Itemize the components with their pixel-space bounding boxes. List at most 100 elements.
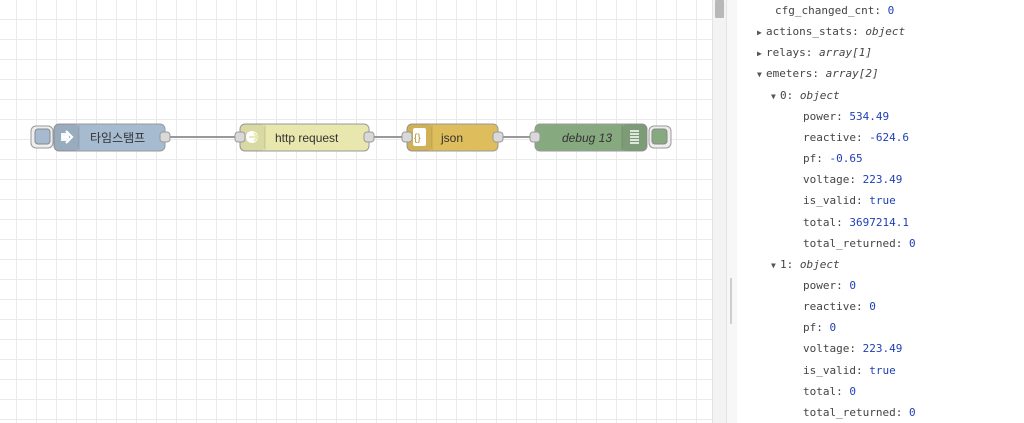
debug-tree-node[interactable]: ▼ 1: object <box>771 255 840 275</box>
debug-value: 0 <box>908 236 916 250</box>
output-port[interactable] <box>159 131 171 143</box>
node-http-request[interactable]: http request <box>234 123 375 152</box>
debug-value: -0.65 <box>829 152 863 166</box>
debug-tree-node[interactable]: ▼ 0: object <box>771 86 840 106</box>
debug-toggle-button[interactable] <box>651 128 668 145</box>
debug-value: 0 <box>849 384 856 398</box>
debug-separator: : <box>855 130 870 144</box>
debug-value: array[1] <box>819 46 872 60</box>
debug-value: 0 <box>829 321 837 335</box>
debug-value: 223.49 <box>862 342 903 356</box>
debug-key: total <box>803 215 837 229</box>
debug-value: 3697214.1 <box>849 215 909 229</box>
debug-separator: : <box>786 257 800 271</box>
debug-tree-row: is_valid: true <box>803 191 896 211</box>
collapse-icon[interactable]: ▼ <box>771 87 780 107</box>
globe-icon <box>246 131 260 143</box>
debug-key: voltage <box>803 173 850 187</box>
input-port[interactable] <box>529 131 541 143</box>
debug-tree-row: cfg_changed_cnt: 0 <box>775 1 894 21</box>
expand-icon[interactable]: ▶ <box>757 44 766 64</box>
debug-value: array[2] <box>825 67 879 81</box>
debug-tree-row: total: 0 <box>803 382 856 402</box>
debug-value: 0 <box>849 278 856 292</box>
debug-key: reactive <box>803 300 856 314</box>
debug-separator: : <box>816 152 830 166</box>
debug-tree-node[interactable]: ▶ relays: array[1] <box>757 43 872 63</box>
node-inject[interactable]: 타임스탬프 <box>30 123 171 152</box>
debug-tree-row: pf: -0.65 <box>803 149 863 169</box>
expand-icon[interactable]: ▶ <box>757 23 766 43</box>
debug-key: pf <box>803 152 817 166</box>
debug-separator: : <box>874 4 888 17</box>
input-port[interactable] <box>234 131 246 143</box>
debug-separator: : <box>836 215 850 229</box>
inject-trigger-button[interactable] <box>34 128 51 145</box>
input-port[interactable] <box>401 131 413 143</box>
flow-canvas[interactable]: 타임스탬프 http request {} json debug 13 <box>0 0 712 423</box>
debug-separator: : <box>836 109 850 123</box>
output-port[interactable] <box>492 131 504 143</box>
debug-key: pf <box>803 321 817 335</box>
node-json[interactable]: {} json <box>401 123 504 152</box>
node-label-http: http request <box>275 131 339 145</box>
debug-tree-row: reactive: -624.6 <box>803 128 909 148</box>
debug-key: emeters <box>766 67 813 81</box>
debug-value: 0 <box>887 4 895 17</box>
debug-key: total_returned <box>803 405 896 419</box>
splitter-handle[interactable] <box>730 278 732 324</box>
debug-value: true <box>869 363 896 377</box>
debug-sidebar: cfg_changed_cnt: 0 ▶ actions_stats: object… <box>737 0 1024 423</box>
debug-key: voltage <box>803 342 850 356</box>
debug-separator: : <box>786 88 800 102</box>
debug-separator: : <box>855 300 870 314</box>
debug-tree-row: total_returned: 0 <box>803 234 916 254</box>
sidebar-splitter[interactable] <box>726 0 737 423</box>
node-debug[interactable]: debug 13 <box>529 123 672 152</box>
debug-key: total_returned <box>803 236 896 250</box>
debug-key: reactive <box>803 130 856 144</box>
debug-separator: : <box>852 25 866 39</box>
debug-key: total <box>803 384 837 398</box>
debug-value: object <box>865 25 906 39</box>
debug-key: cfg_changed_cnt <box>775 4 875 17</box>
workspace-scrollbar[interactable] <box>712 0 727 423</box>
debug-separator: : <box>895 236 909 250</box>
node-label-json: json <box>440 131 463 145</box>
debug-key: power <box>803 278 837 292</box>
debug-value: object <box>799 88 840 102</box>
collapse-icon[interactable]: ▼ <box>757 65 766 85</box>
output-port[interactable] <box>363 131 375 143</box>
debug-tree-row: total_returned: 0 <box>803 403 916 423</box>
debug-tree-node[interactable]: ▶ actions_stats: object <box>757 22 905 42</box>
debug-separator: : <box>836 278 850 292</box>
scrollbar-thumb[interactable] <box>715 0 724 18</box>
collapse-icon[interactable]: ▼ <box>771 256 780 276</box>
debug-value: 0 <box>908 405 916 419</box>
debug-key: actions_stats <box>766 25 853 39</box>
debug-value: -624.6 <box>869 130 909 144</box>
debug-tree-row: voltage: 223.49 <box>803 339 902 359</box>
debug-tree-row: voltage: 223.49 <box>803 170 902 190</box>
debug-value: 223.49 <box>862 173 903 187</box>
node-label-debug: debug 13 <box>562 131 612 145</box>
debug-tree-node[interactable]: ▼ emeters: array[2] <box>757 64 879 84</box>
debug-tree-row: is_valid: true <box>803 361 896 381</box>
debug-key: power <box>803 109 837 123</box>
svg-text:{}: {} <box>414 133 421 144</box>
debug-value: object <box>799 257 840 271</box>
debug-value: 0 <box>869 300 876 314</box>
debug-separator: : <box>816 321 830 335</box>
debug-value: true <box>869 194 896 208</box>
debug-key: relays <box>766 46 806 60</box>
debug-separator: : <box>805 46 819 60</box>
node-label-inject: 타임스탬프 <box>90 131 145 145</box>
debug-tree-row: reactive: 0 <box>803 297 876 317</box>
debug-tree-row: power: 534.49 <box>803 107 889 127</box>
debug-separator: : <box>855 194 870 208</box>
debug-message-tree: cfg_changed_cnt: 0 ▶ actions_stats: object… <box>737 0 1024 423</box>
braces-icon: {} <box>413 128 426 146</box>
debug-value: 534.49 <box>849 109 890 123</box>
debug-separator: : <box>812 67 826 81</box>
debug-key: is_valid <box>803 363 856 377</box>
